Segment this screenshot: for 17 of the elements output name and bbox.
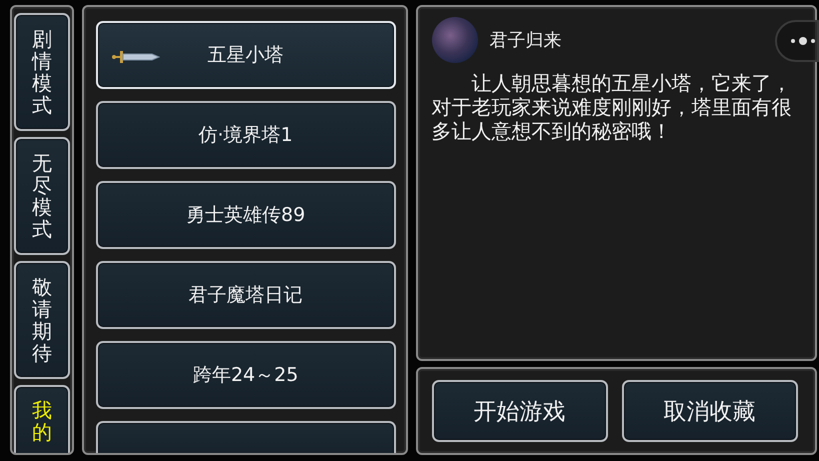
game-list-item[interactable]: 君子魔塔日记 (96, 261, 396, 329)
mode-tab[interactable]: 敬请期待 (14, 261, 70, 379)
mode-tab[interactable]: 剧情模式 (14, 13, 70, 131)
author-name: 君子归来 (490, 29, 562, 52)
more-button[interactable] (775, 20, 819, 62)
avatar (432, 17, 478, 63)
start-game-button[interactable]: 开始游戏 (432, 380, 608, 442)
game-description: 让人朝思暮想的五星小塔，它来了，对于老玩家来说难度刚刚好，塔里面有很多让人意想不到的秘密哦！ (432, 71, 792, 143)
game-list-item[interactable] (96, 421, 396, 453)
mode-tab[interactable]: 我的 (14, 385, 70, 453)
game-list-item[interactable]: 勇士英雄传89 (96, 181, 396, 249)
sword-icon (112, 49, 160, 65)
mode-tab[interactable]: 无尽模式 (14, 137, 70, 255)
unfavorite-button[interactable]: 取消收藏 (622, 380, 798, 442)
game-list-item[interactable]: 跨年24～25 (96, 341, 396, 409)
game-list-item[interactable]: 五星小塔 (96, 21, 396, 89)
game-list-item[interactable]: 仿·境界塔1 (96, 101, 396, 169)
